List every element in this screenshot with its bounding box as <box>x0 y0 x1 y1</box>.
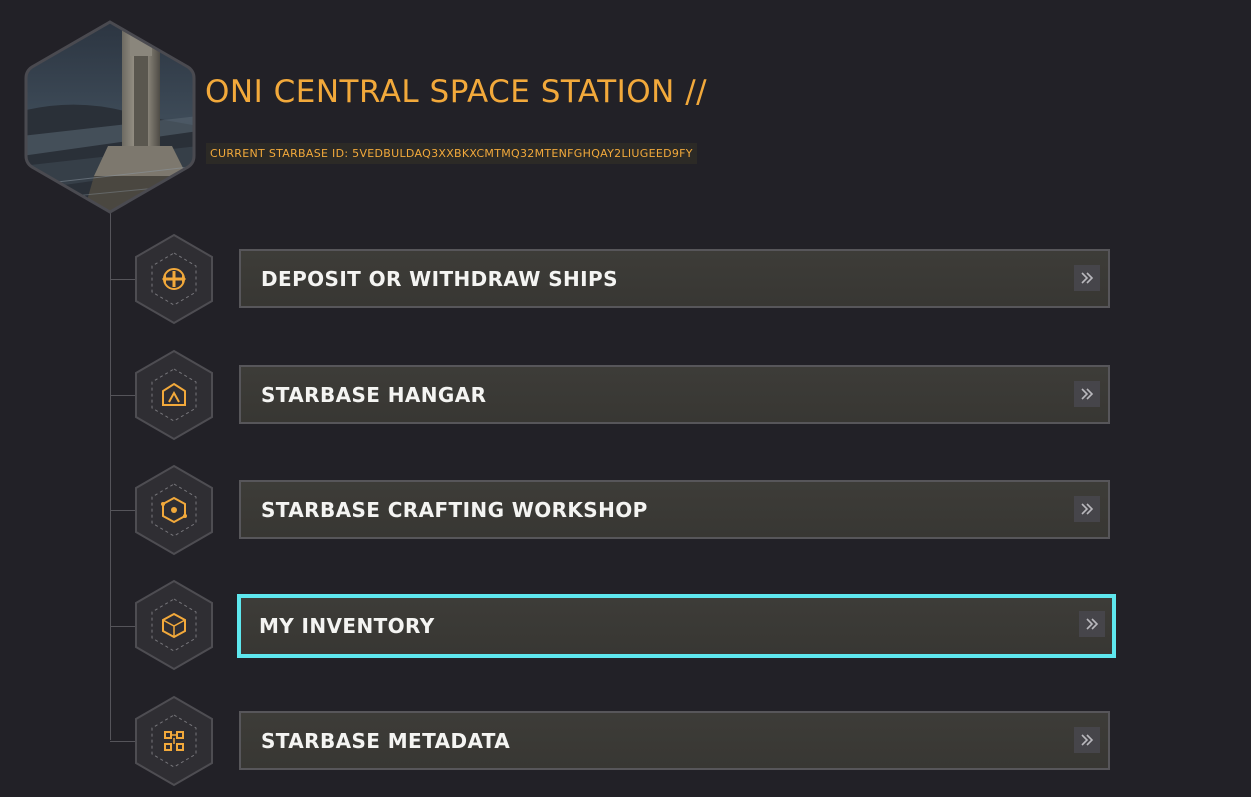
menu-item-label: DEPOSIT OR WITHDRAW SHIPS <box>261 266 618 291</box>
chevron-right-icon <box>1074 381 1100 407</box>
station-image <box>24 20 196 214</box>
my-inventory-button[interactable]: MY INVENTORY <box>237 594 1116 658</box>
tree-connector-vertical <box>110 210 111 740</box>
menu-item-label: STARBASE CRAFTING WORKSHOP <box>261 497 648 522</box>
starbase-hangar-button[interactable]: STARBASE HANGAR <box>239 365 1110 424</box>
ship-transfer-icon <box>135 233 213 325</box>
chevron-right-icon <box>1079 611 1105 637</box>
deposit-withdraw-ships-button[interactable]: DEPOSIT OR WITHDRAW SHIPS <box>239 249 1110 308</box>
inventory-icon <box>135 579 213 671</box>
metadata-icon <box>135 695 213 787</box>
hangar-icon <box>135 349 213 441</box>
starbase-metadata-button[interactable]: STARBASE METADATA <box>239 711 1110 770</box>
crafting-icon <box>135 464 213 556</box>
chevron-right-icon <box>1074 727 1100 753</box>
menu-item-label: STARBASE METADATA <box>261 728 511 753</box>
menu-item-label: STARBASE HANGAR <box>261 382 487 407</box>
starbase-crafting-workshop-button[interactable]: STARBASE CRAFTING WORKSHOP <box>239 480 1110 539</box>
menu-item-label: MY INVENTORY <box>259 614 435 638</box>
starbase-id: CURRENT STARBASE ID: 5VEDBULDAQ3XXBKXCMT… <box>206 143 697 164</box>
page-title: ONI CENTRAL SPACE STATION // <box>205 74 708 110</box>
chevron-right-icon <box>1074 496 1100 522</box>
chevron-right-icon <box>1074 265 1100 291</box>
